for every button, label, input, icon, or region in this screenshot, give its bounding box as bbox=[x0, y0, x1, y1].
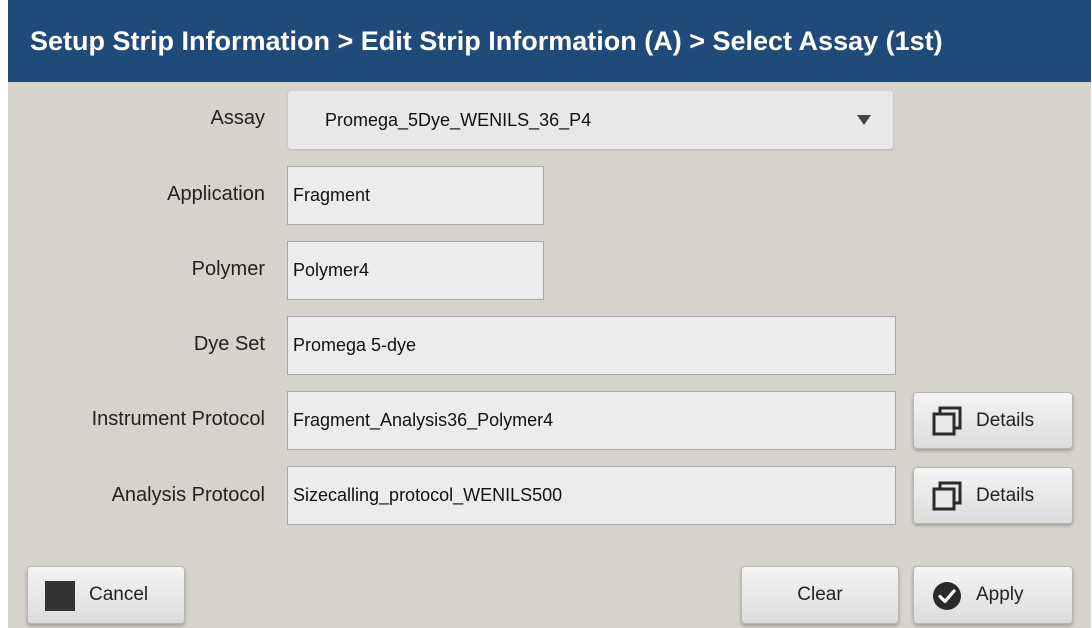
application-value: Fragment bbox=[293, 185, 371, 205]
clear-button[interactable]: Clear bbox=[741, 566, 899, 624]
instrument-protocol-field: Fragment_Analysis36_Polymer4 bbox=[287, 391, 896, 450]
analysis-protocol-details-button[interactable]: Details bbox=[913, 467, 1073, 524]
dye-set-value: Promega 5-dye bbox=[293, 335, 417, 355]
assay-dropdown-value: Promega_5Dye_WENILS_36_P4 bbox=[325, 109, 592, 130]
details-button-label: Details bbox=[976, 485, 1035, 506]
copy-windows-icon bbox=[932, 406, 962, 436]
dye-set-label: Dye Set bbox=[193, 333, 265, 355]
stop-square-icon bbox=[45, 581, 75, 611]
copy-windows-icon bbox=[932, 481, 962, 511]
assay-label: Assay bbox=[210, 107, 265, 129]
title-bar: Setup Strip Information > Edit Strip Inf… bbox=[8, 0, 1091, 82]
analysis-protocol-label: Analysis Protocol bbox=[111, 484, 265, 506]
instrument-protocol-label: Instrument Protocol bbox=[91, 408, 265, 430]
analysis-protocol-field: Sizecalling_protocol_WENILS500 bbox=[287, 466, 896, 525]
clear-button-label: Clear bbox=[797, 584, 843, 605]
details-button-label: Details bbox=[976, 410, 1035, 431]
application-label: Application bbox=[167, 183, 265, 205]
polymer-label: Polymer bbox=[191, 258, 265, 280]
cancel-button[interactable]: Cancel bbox=[27, 566, 185, 624]
apply-button[interactable]: Apply bbox=[913, 566, 1073, 624]
dialog-window: Setup Strip Information > Edit Strip Inf… bbox=[8, 0, 1091, 628]
polymer-value: Polymer4 bbox=[293, 260, 370, 280]
dye-set-field: Promega 5-dye bbox=[287, 316, 896, 375]
application-field: Fragment bbox=[287, 166, 544, 225]
apply-button-label: Apply bbox=[976, 584, 1024, 605]
polymer-field: Polymer4 bbox=[287, 241, 544, 300]
analysis-protocol-value: Sizecalling_protocol_WENILS500 bbox=[293, 485, 563, 505]
instrument-protocol-details-button[interactable]: Details bbox=[913, 392, 1073, 449]
check-circle-icon bbox=[933, 582, 961, 610]
cancel-button-label: Cancel bbox=[89, 584, 149, 605]
triangle-down-icon bbox=[857, 115, 871, 125]
assay-dropdown[interactable]: Promega_5Dye_WENILS_36_P4 bbox=[288, 91, 893, 149]
instrument-protocol-value: Fragment_Analysis36_Polymer4 bbox=[293, 410, 554, 430]
